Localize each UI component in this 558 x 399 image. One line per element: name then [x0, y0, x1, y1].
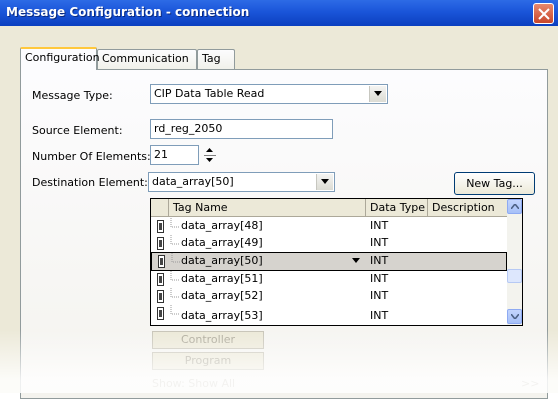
table-row[interactable]: data_array[52] INT	[151, 288, 507, 305]
program-scope-button[interactable]: Program	[152, 352, 264, 370]
destination-dropdown-button[interactable]	[316, 174, 333, 190]
tree-connector	[170, 218, 179, 228]
show-filter-label[interactable]: Show: Show All	[152, 377, 235, 390]
tag-name-cell: data_array[53]	[181, 309, 263, 322]
tag-name-cell: data_array[52]	[181, 289, 263, 302]
destination-element-label: Destination Element:	[32, 176, 148, 189]
data-type-cell: INT	[370, 272, 389, 285]
destination-element-value: data_array[50]	[152, 175, 234, 188]
data-type-cell: INT	[370, 309, 389, 322]
spinner-down-icon	[206, 158, 213, 162]
scroll-down-button[interactable]	[507, 309, 522, 324]
scroll-thumb[interactable]	[507, 269, 522, 283]
destination-element-combo[interactable]: data_array[50]	[148, 172, 335, 192]
table-row[interactable]: data_array[51] INT	[151, 271, 507, 288]
tab-tag[interactable]: Tag	[197, 49, 235, 69]
data-type-cell: INT	[370, 219, 389, 232]
window-title: Message Configuration - connection	[6, 5, 250, 19]
spinner-down-button[interactable]	[201, 155, 219, 165]
scroll-up-icon	[511, 204, 519, 209]
message-type-value: CIP Data Table Read	[154, 87, 265, 100]
source-element-input[interactable]: rd_reg_2050	[150, 119, 333, 139]
number-of-elements-value: 21	[154, 148, 168, 161]
header-icon-column	[151, 199, 169, 217]
tag-grid-header: Tag Name Data Type Description	[151, 199, 507, 217]
column-tag-name[interactable]: Tag Name	[169, 199, 366, 217]
tag-icon	[157, 307, 164, 320]
spinner-up-icon	[206, 148, 213, 152]
source-element-label: Source Element:	[32, 124, 123, 137]
tag-name-cell: data_array[48]	[181, 219, 263, 232]
tab-configuration-label: Configuration	[25, 51, 100, 64]
message-type-select[interactable]: CIP Data Table Read	[150, 84, 388, 104]
number-of-elements-input[interactable]: 21	[150, 145, 199, 165]
vertical-scrollbar[interactable]	[507, 199, 522, 325]
dropdown-arrow-icon[interactable]	[352, 258, 360, 263]
new-tag-label: New Tag...	[466, 177, 523, 190]
tag-icon	[157, 290, 164, 303]
table-row[interactable]: data_array[49] INT	[151, 235, 507, 252]
tab-communication-label: Communication	[102, 52, 189, 65]
tag-name-cell: data_array[49]	[181, 236, 263, 249]
tree-connector	[170, 235, 179, 245]
controller-scope-button[interactable]: Controller	[152, 331, 264, 349]
data-type-cell: INT	[370, 254, 389, 267]
scroll-up-button[interactable]	[507, 199, 522, 214]
data-type-cell: INT	[370, 236, 389, 249]
title-bar[interactable]: Message Configuration - connection	[0, 0, 558, 26]
column-description[interactable]: Description	[428, 199, 507, 217]
spinner-up-button[interactable]	[201, 145, 219, 155]
number-of-elements-spinner[interactable]	[201, 145, 219, 165]
table-row-selected[interactable]: data_array[50] INT	[151, 252, 507, 271]
dropdown-arrow-icon	[321, 179, 329, 184]
new-tag-button[interactable]: New Tag...	[454, 172, 535, 195]
table-row[interactable]: data_array[48] INT	[151, 218, 507, 235]
tag-icon	[157, 220, 164, 233]
close-button[interactable]	[533, 3, 554, 24]
tree-connector	[170, 288, 179, 298]
scroll-down-icon	[511, 314, 519, 319]
message-type-label: Message Type:	[32, 89, 113, 102]
column-data-type[interactable]: Data Type	[366, 199, 428, 217]
tab-tag-label: Tag	[202, 52, 221, 65]
tag-name-cell: data_array[51]	[181, 272, 263, 285]
number-of-elements-label: Number Of Elements:	[32, 150, 151, 163]
tab-configuration[interactable]: Configuration	[20, 47, 100, 70]
close-icon	[538, 8, 550, 20]
more-button[interactable]: >>	[521, 377, 539, 390]
tag-browser-popup: Tag Name Data Type Description data_arra…	[150, 198, 523, 326]
tab-communication[interactable]: Communication	[97, 49, 197, 69]
table-row[interactable]: data_array[53] INT	[151, 305, 507, 325]
tree-connector	[170, 271, 179, 281]
tag-icon	[157, 237, 164, 250]
tag-icon	[158, 255, 165, 268]
tag-name-cell: data_array[50]	[181, 254, 263, 267]
message-configuration-window: Message Configuration - connection Confi…	[0, 0, 558, 399]
dropdown-arrow-icon	[374, 91, 382, 96]
tree-connector	[170, 305, 179, 315]
tag-icon	[157, 273, 164, 286]
tree-connector	[171, 253, 180, 263]
source-element-value: rd_reg_2050	[154, 122, 223, 135]
message-type-dropdown-button[interactable]	[369, 86, 386, 102]
data-type-cell: INT	[370, 289, 389, 302]
